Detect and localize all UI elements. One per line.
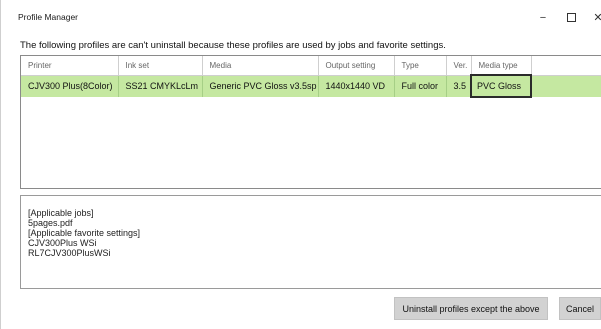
column-header-printer[interactable]: Printer xyxy=(21,56,119,76)
cell-ver[interactable]: 3.5 xyxy=(446,75,472,97)
column-header-ver[interactable]: Ver. xyxy=(446,56,472,76)
uninstall-profiles-button[interactable]: Uninstall profiles except the above xyxy=(394,297,548,320)
maximize-button[interactable] xyxy=(561,9,581,27)
cell-media-type[interactable]: PVC Gloss xyxy=(470,74,532,98)
close-button[interactable]: ✕ xyxy=(591,9,601,27)
details-line: 5pages.pdf xyxy=(28,218,73,228)
cell-media[interactable]: Generic PVC Gloss v3.5sp xyxy=(202,75,319,97)
column-header-filler xyxy=(531,56,601,76)
info-message: The following profiles are can't uninsta… xyxy=(20,40,446,51)
cancel-button[interactable]: Cancel xyxy=(559,297,601,320)
profiles-table: Printer Ink set Media Output setting Typ… xyxy=(21,56,601,98)
profiles-grid[interactable]: Printer Ink set Media Output setting Typ… xyxy=(20,55,601,189)
table-row[interactable]: CJV300 Plus(8Color) SS21 CMYKLcLm Generi… xyxy=(21,74,601,98)
details-line: [Applicable favorite settings] xyxy=(28,228,141,238)
profile-manager-window: Profile Manager − ✕ The following profil… xyxy=(0,0,601,329)
column-header-type[interactable]: Type xyxy=(394,56,447,76)
window-title: Profile Manager xyxy=(18,12,79,22)
table-header-row: Printer Ink set Media Output setting Typ… xyxy=(21,56,601,76)
cell-type[interactable]: Full color xyxy=(394,75,447,97)
maximize-icon xyxy=(566,12,576,22)
minimize-button[interactable]: − xyxy=(533,9,553,27)
column-header-output-setting[interactable]: Output setting xyxy=(318,56,395,76)
cell-filler xyxy=(531,75,601,97)
column-header-media-type[interactable]: Media type xyxy=(471,56,532,76)
details-line: CJV300Plus WSi xyxy=(28,238,97,248)
cell-output-setting[interactable]: 1440x1440 VD xyxy=(318,75,395,97)
applicable-details-box[interactable]: [Applicable jobs] 5pages.pdf [Applicable… xyxy=(20,195,601,289)
cell-ink-set[interactable]: SS21 CMYKLcLm xyxy=(118,75,203,97)
title-bar: Profile Manager − ✕ xyxy=(1,0,601,36)
column-header-media[interactable]: Media xyxy=(202,56,319,76)
cell-printer[interactable]: CJV300 Plus(8Color) xyxy=(21,75,119,97)
details-line: [Applicable jobs] xyxy=(28,208,94,218)
details-line: RL7CJV300PlusWSi xyxy=(28,248,111,258)
column-header-ink-set[interactable]: Ink set xyxy=(118,56,203,76)
